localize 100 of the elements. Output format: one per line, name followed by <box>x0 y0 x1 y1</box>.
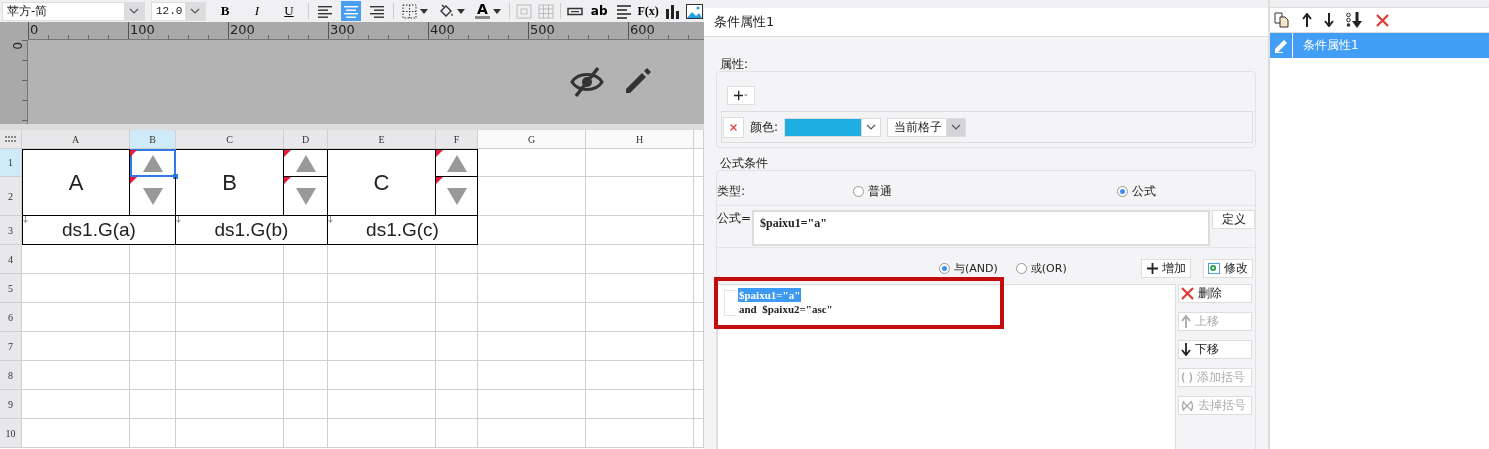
empty-cell <box>284 332 328 361</box>
ruler-label: 400 <box>428 22 528 39</box>
empty-cell <box>436 332 478 361</box>
column-header[interactable]: E <box>328 130 436 149</box>
corner-flag-icon <box>436 177 443 184</box>
row-header[interactable]: 2 <box>0 177 22 216</box>
text-tool-button[interactable]: ab <box>588 1 610 21</box>
merge-cells-icon[interactable] <box>515 3 532 19</box>
column-header[interactable]: H <box>586 130 694 149</box>
table-cell: B <box>176 149 284 216</box>
radio-option[interactable]: 公式 <box>1117 182 1157 200</box>
row-header[interactable]: 1 <box>0 149 22 177</box>
empty-cell <box>436 390 478 419</box>
column-header[interactable]: F <box>436 130 478 149</box>
table-cell: ds1.G(c) <box>328 216 478 245</box>
empty-cell <box>436 361 478 390</box>
column-header[interactable]: C <box>176 130 284 149</box>
paint-bucket-icon <box>438 3 454 19</box>
row-header[interactable]: 7 <box>0 332 22 361</box>
underline-button[interactable]: U <box>280 1 298 21</box>
color-picker[interactable] <box>784 117 882 137</box>
font-size-select[interactable]: 12.0 <box>151 1 206 21</box>
dialog-title: 条件属性1 <box>704 8 1268 37</box>
row-header[interactable]: 8 <box>0 361 22 390</box>
font-select[interactable]: 苹方-简 <box>2 1 145 21</box>
corner-flag-icon <box>436 150 443 157</box>
radio-button[interactable] <box>853 185 865 197</box>
arrow-up-icon <box>1181 315 1191 328</box>
move-down-button[interactable]: 下移 <box>1178 340 1252 359</box>
down-triangle-icon <box>446 187 467 205</box>
empty-cell <box>284 361 328 390</box>
condition-list[interactable]: $paixu1="a" and $paixu2="asc" <box>717 284 1176 449</box>
paragraph-icon[interactable] <box>615 3 632 19</box>
modify-button[interactable]: 修改 <box>1203 258 1253 278</box>
define-button[interactable]: 定义 <box>1212 210 1255 229</box>
close-icon[interactable] <box>1376 13 1389 27</box>
row-header[interactable]: 4 <box>0 245 22 274</box>
border-icon <box>402 3 417 19</box>
condition-item[interactable]: and $paixu2="asc" <box>738 302 834 316</box>
bold-button[interactable]: B <box>216 1 234 21</box>
delete-button[interactable]: 删除 <box>1178 284 1252 303</box>
ruler-label: 100 <box>128 22 228 39</box>
pencil-icon <box>1273 38 1289 53</box>
corner-flag-icon <box>284 177 291 184</box>
plus-icon <box>1146 262 1158 274</box>
font-color-button[interactable]: A <box>473 1 503 21</box>
section-label: 属性: <box>719 57 750 71</box>
radio-button[interactable] <box>1015 262 1027 274</box>
image-icon[interactable] <box>685 3 703 19</box>
empty-cell <box>130 332 176 361</box>
radio-option[interactable]: 普通 <box>853 182 893 200</box>
table-cell: A <box>22 149 130 216</box>
radio-button[interactable] <box>939 262 950 274</box>
arrow-up-icon[interactable] <box>1302 13 1312 27</box>
row-header[interactable]: 5 <box>0 274 22 303</box>
empty-cell <box>436 303 478 332</box>
italic-button[interactable]: I <box>248 1 266 21</box>
add-button[interactable] <box>727 86 755 105</box>
radio-option[interactable]: 与(AND) <box>939 260 998 276</box>
caret-icon <box>492 8 501 14</box>
row-header[interactable]: 6 <box>0 303 22 332</box>
row-header[interactable]: 9 <box>0 390 22 419</box>
column-header[interactable]: A <box>22 130 130 149</box>
chevron-down-icon <box>866 124 877 130</box>
move-to-bottom-icon[interactable] <box>1346 12 1364 28</box>
corner-flag-icon <box>284 150 291 157</box>
down-triangle-icon <box>142 187 163 205</box>
expand-down-icon <box>176 216 181 223</box>
grid-dots-icon[interactable] <box>5 135 16 143</box>
column-header[interactable]: B <box>130 130 176 149</box>
up-triangle-icon <box>446 154 467 172</box>
empty-cell <box>436 419 478 448</box>
align-icon <box>343 3 359 19</box>
copy-icon[interactable] <box>1274 12 1290 28</box>
align-icon <box>369 3 385 19</box>
scope-select[interactable]: 当前格子 <box>887 117 967 137</box>
arrow-down-icon[interactable] <box>1324 13 1334 27</box>
radio-option[interactable]: 或(OR) <box>1015 260 1067 276</box>
section-label: 公式条件 <box>719 156 769 170</box>
eye-off-icon[interactable] <box>570 66 604 98</box>
formula-field[interactable]: $paixu1="a" <box>752 210 1211 246</box>
expand-down-icon <box>328 216 333 223</box>
remove-parentheses-icon <box>1181 399 1194 412</box>
row-header[interactable]: 10 <box>0 419 22 448</box>
add-condition-button[interactable]: 增加 <box>1141 258 1191 278</box>
column-header[interactable]: G <box>478 130 586 149</box>
formula-button[interactable]: F(x) <box>637 1 659 21</box>
bar-chart-icon[interactable] <box>664 3 680 19</box>
row-header[interactable]: 3 <box>0 216 22 245</box>
ruler-label: 500 <box>528 22 628 39</box>
empty-cell <box>284 245 328 274</box>
chevron-down-icon <box>190 8 200 14</box>
border-button[interactable] <box>400 1 430 21</box>
down-triangle-icon <box>295 187 316 205</box>
radio-button[interactable] <box>1117 185 1129 197</box>
ruler-label: 300 <box>328 22 428 39</box>
empty-cell <box>130 245 176 274</box>
column-header[interactable]: D <box>284 130 328 149</box>
delete-button[interactable] <box>723 116 744 138</box>
ruler-label: 0 <box>10 42 24 52</box>
